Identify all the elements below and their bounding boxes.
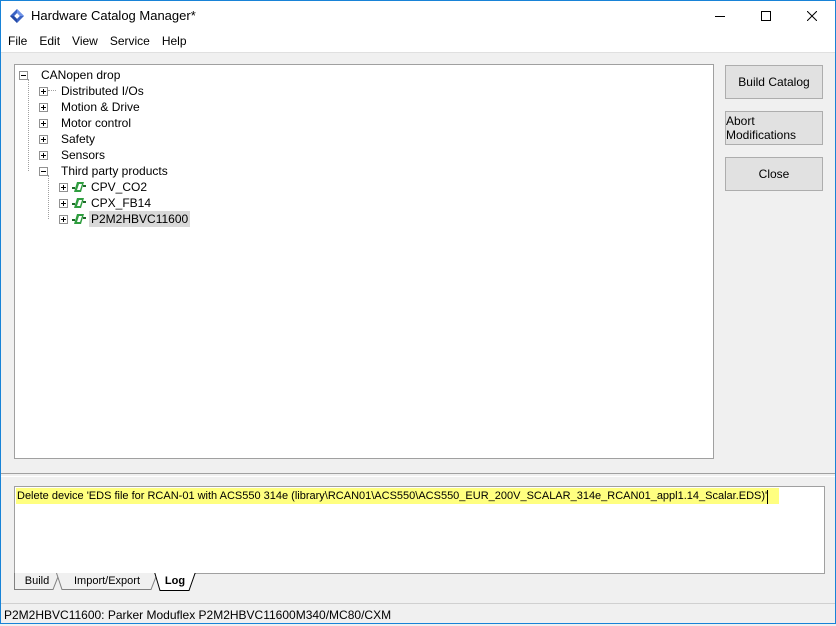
app-icon bbox=[9, 8, 25, 24]
text-caret bbox=[767, 490, 769, 504]
log-entry: Delete device 'EDS file for RCAN-01 with… bbox=[16, 488, 780, 504]
device-icon bbox=[72, 182, 86, 192]
menu-divider bbox=[1, 52, 835, 53]
tree-line bbox=[48, 175, 49, 219]
catalog-tree[interactable]: CANopen drop Distributed I/Os Motion & D… bbox=[14, 64, 714, 459]
menu-edit[interactable]: Edit bbox=[33, 31, 66, 52]
tree-label: CANopen drop bbox=[41, 68, 121, 82]
status-bar: P2M2HBVC11600: Parker Moduflex P2M2HBVC1… bbox=[1, 603, 835, 624]
tree-label-selected: P2M2HBVC11600 bbox=[89, 211, 191, 227]
tree-node-device-cpv-co2[interactable]: CPV_CO2 bbox=[59, 179, 149, 195]
panel-splitter[interactable] bbox=[1, 473, 835, 477]
expand-icon[interactable] bbox=[39, 118, 48, 128]
tree-node-motion-drive[interactable]: Motion & Drive bbox=[39, 99, 142, 115]
tab-label: Build bbox=[24, 575, 50, 587]
log-entry-text: Delete device 'EDS file for RCAN-01 with… bbox=[17, 490, 768, 502]
maximize-button[interactable] bbox=[743, 1, 789, 31]
build-catalog-button[interactable]: Build Catalog bbox=[725, 65, 823, 99]
close-icon bbox=[807, 11, 817, 21]
tree-label: Sensors bbox=[61, 148, 106, 162]
tree-node-safety[interactable]: Safety bbox=[39, 131, 97, 147]
device-icon bbox=[72, 214, 86, 224]
tab-import-export[interactable]: Import/Export bbox=[56, 573, 158, 590]
minimize-icon bbox=[715, 16, 725, 17]
expand-icon[interactable] bbox=[59, 214, 68, 224]
menu-view[interactable]: View bbox=[66, 31, 104, 52]
menu-bar: File Edit View Service Help bbox=[1, 31, 835, 52]
menu-service[interactable]: Service bbox=[104, 31, 156, 52]
expand-icon[interactable] bbox=[39, 102, 48, 112]
tree-node-device-p2m2hbvc11600[interactable]: P2M2HBVC11600 bbox=[59, 211, 191, 227]
tree-label: Third party products bbox=[61, 164, 168, 178]
tab-build[interactable]: Build bbox=[14, 573, 60, 590]
expand-icon[interactable] bbox=[59, 198, 68, 208]
tree-line bbox=[28, 79, 29, 171]
tree-label: CPX_FB14 bbox=[91, 196, 152, 210]
expand-icon[interactable] bbox=[39, 150, 48, 160]
tab-label: Log bbox=[164, 575, 186, 587]
device-icon bbox=[72, 198, 86, 208]
close-window-button[interactable] bbox=[789, 1, 835, 31]
tree-node-device-cpx-fb14[interactable]: CPX_FB14 bbox=[59, 195, 153, 211]
tree-label: CPV_CO2 bbox=[91, 180, 148, 194]
log-output[interactable]: Delete device 'EDS file for RCAN-01 with… bbox=[14, 486, 825, 574]
window-title: Hardware Catalog Manager* bbox=[31, 8, 196, 23]
abort-modifications-button[interactable]: Abort Modifications bbox=[725, 111, 823, 145]
tree-node-distributed-ios[interactable]: Distributed I/Os bbox=[39, 83, 146, 99]
tree-node-third-party[interactable]: Third party products bbox=[39, 163, 170, 179]
tree-node-sensors[interactable]: Sensors bbox=[39, 147, 107, 163]
maximize-icon bbox=[761, 11, 771, 21]
collapse-icon[interactable] bbox=[39, 166, 48, 176]
tree-label: Motion & Drive bbox=[61, 100, 140, 114]
log-tabs: Build Import/Export Log bbox=[14, 573, 825, 591]
tree-label: Distributed I/Os bbox=[61, 84, 144, 98]
tree-label: Motor control bbox=[61, 116, 132, 130]
expand-icon[interactable] bbox=[39, 134, 48, 144]
menu-file[interactable]: File bbox=[2, 31, 33, 52]
collapse-icon[interactable] bbox=[19, 70, 28, 80]
close-button[interactable]: Close bbox=[725, 157, 823, 191]
title-bar[interactable]: Hardware Catalog Manager* bbox=[1, 1, 835, 31]
expand-icon[interactable] bbox=[39, 86, 48, 96]
tree-node-root[interactable]: CANopen drop bbox=[19, 67, 122, 83]
expand-icon[interactable] bbox=[59, 182, 68, 192]
tab-log[interactable]: Log bbox=[154, 573, 196, 591]
tree-label: Safety bbox=[61, 132, 96, 146]
main-window: Hardware Catalog Manager* File Edit View… bbox=[0, 0, 836, 624]
menu-help[interactable]: Help bbox=[156, 31, 193, 52]
tab-label: Import/Export bbox=[73, 575, 141, 587]
minimize-button[interactable] bbox=[697, 1, 743, 31]
tree-node-motor-control[interactable]: Motor control bbox=[39, 115, 133, 131]
